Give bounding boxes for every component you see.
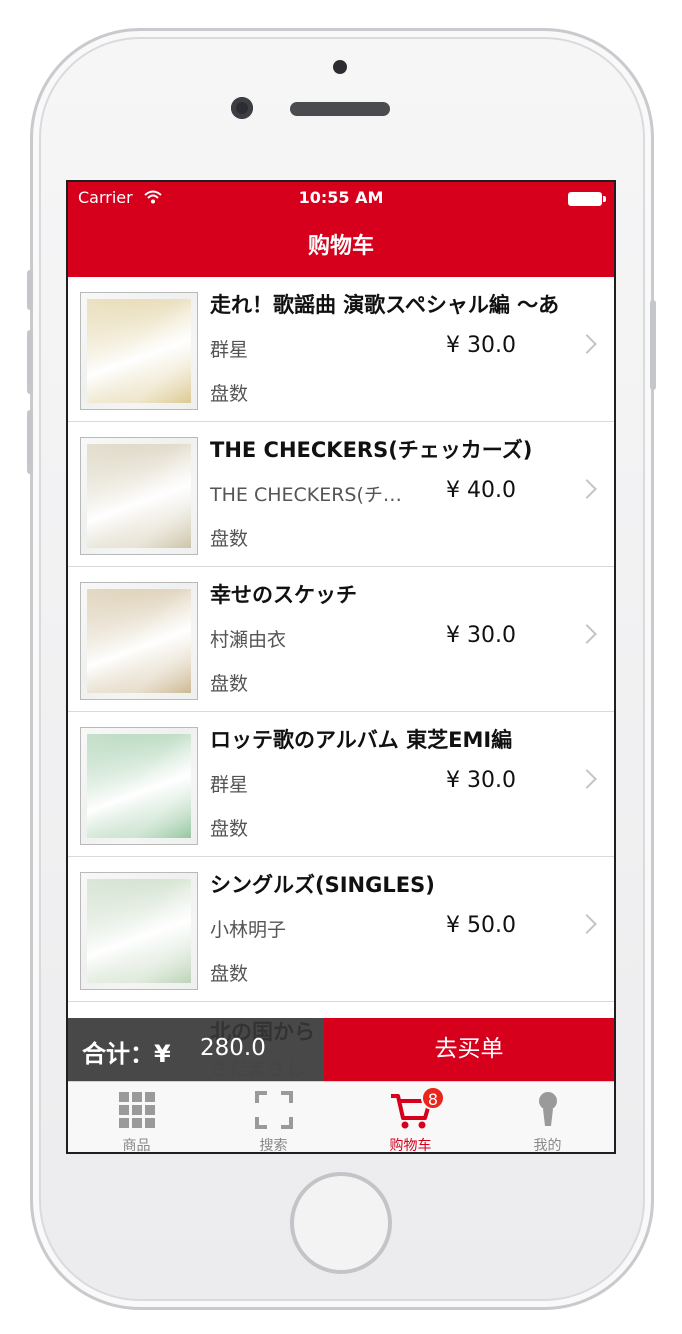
tab-products[interactable]: 商品 [68, 1082, 205, 1154]
chevron-right-icon [577, 914, 597, 934]
cover-gloss [81, 293, 197, 409]
item-artist: 群星 [210, 339, 249, 361]
cart-item-row[interactable]: 走れ！歌謡曲 演歌スペシャル編 ～あ 群星 ¥ 30.0 盘数 [68, 277, 614, 422]
chevron-right-icon [577, 769, 597, 789]
cart-item-row[interactable]: 幸せのスケッチ 村瀬由衣 ¥ 30.0 盘数 [68, 567, 614, 712]
item-artist: THE CHECKERS(チ… [210, 484, 402, 506]
tab-cart[interactable]: 8 购物车 [342, 1082, 479, 1154]
power-button [650, 300, 656, 390]
app-screen: Carrier 10:55 AM 购物车 走れ！歌謡曲 演歌スペシャル編 ～あ群… [66, 180, 616, 1154]
cover-gloss [81, 583, 197, 699]
item-artist: 小林明子 [210, 919, 287, 941]
navigation-bar: Carrier 10:55 AM 购物车 [68, 182, 614, 277]
battery-icon [568, 192, 606, 206]
item-title: シングルズ(SINGLES) [210, 873, 435, 897]
tab-label: 购物车 [389, 1138, 432, 1154]
cart-item-row[interactable]: ロッテ歌のアルバム 東芝EMI編 群星 ¥ 30.0 盘数 [68, 712, 614, 857]
page-title: 购物车 [307, 234, 374, 259]
front-camera [231, 97, 253, 119]
checkout-bar: 北の国から さだまさし 合计：¥ 280.0 去买单 [68, 1018, 614, 1081]
album-cover-image [80, 872, 198, 990]
item-artist: 群星 [210, 774, 249, 796]
tab-label: 搜索 [259, 1138, 288, 1154]
total-label: 合计：¥ [82, 1040, 171, 1068]
tab-search[interactable]: 搜索 [205, 1082, 342, 1154]
checkout-button[interactable]: 去买单 [324, 1018, 614, 1081]
item-quantity-label: 盘数 [210, 818, 249, 840]
grid-icon [118, 1092, 155, 1128]
status-time: 10:55 AM [298, 188, 384, 207]
total-area: 北の国から さだまさし 合计：¥ 280.0 [68, 1018, 324, 1081]
chevron-right-icon [577, 479, 597, 499]
chevron-right-icon [577, 624, 597, 644]
mute-switch [27, 270, 33, 310]
item-quantity-label: 盘数 [210, 673, 249, 695]
cover-gloss [81, 438, 197, 554]
cart-list: 走れ！歌謡曲 演歌スペシャル編 ～あ 群星 ¥ 30.0 盘数 THE CHECKERS… [68, 277, 614, 1002]
earpiece-speaker [290, 102, 390, 116]
tab-profile[interactable]: 我的 [479, 1082, 614, 1154]
status-bar: Carrier 10:55 AM [68, 182, 614, 218]
tab-label: 我的 [533, 1138, 562, 1154]
cart-item-row[interactable]: シングルズ(SINGLES) 小林明子 ¥ 50.0 盘数 [68, 857, 614, 1002]
item-price: ¥ 30.0 [446, 768, 516, 793]
home-button[interactable] [290, 1172, 392, 1274]
item-quantity-label: 盘数 [210, 963, 249, 985]
item-quantity-label: 盘数 [210, 528, 249, 550]
chevron-right-icon [577, 334, 597, 354]
tab-bar: 商品 搜索 8 购物车 我的 [68, 1081, 614, 1154]
cart-item-row[interactable]: THE CHECKERS(チェッカーズ) THE CHECKERS(チ… ¥ 40.… [68, 422, 614, 567]
volume-up-button [27, 330, 33, 394]
item-artist: 村瀬由衣 [210, 629, 287, 651]
item-title: 幸せのスケッチ [210, 583, 357, 607]
album-cover-image [80, 437, 198, 555]
volume-down-button [27, 410, 33, 474]
item-title: 走れ！歌謡曲 演歌スペシャル編 ～あ [210, 293, 560, 317]
album-cover-image [80, 727, 198, 845]
scan-icon [254, 1091, 293, 1129]
item-price: ¥ 30.0 [446, 333, 516, 358]
item-title: ロッテ歌のアルバム 東芝EMI編 [210, 728, 513, 752]
cover-gloss [81, 728, 197, 844]
item-price: ¥ 30.0 [446, 623, 516, 648]
item-price: ¥ 40.0 [446, 478, 516, 503]
proximity-sensor [333, 60, 347, 74]
cover-gloss [81, 873, 197, 989]
album-cover-image [80, 292, 198, 410]
item-title: THE CHECKERS(チェッカーズ) [210, 438, 533, 462]
item-price: ¥ 50.0 [446, 913, 516, 938]
tab-label: 商品 [122, 1138, 151, 1154]
total-value: 280.0 [200, 1035, 266, 1061]
cart-count-badge: 8 [421, 1086, 445, 1110]
person-icon [538, 1092, 557, 1126]
item-quantity-label: 盘数 [210, 383, 249, 405]
album-cover-image [80, 582, 198, 700]
